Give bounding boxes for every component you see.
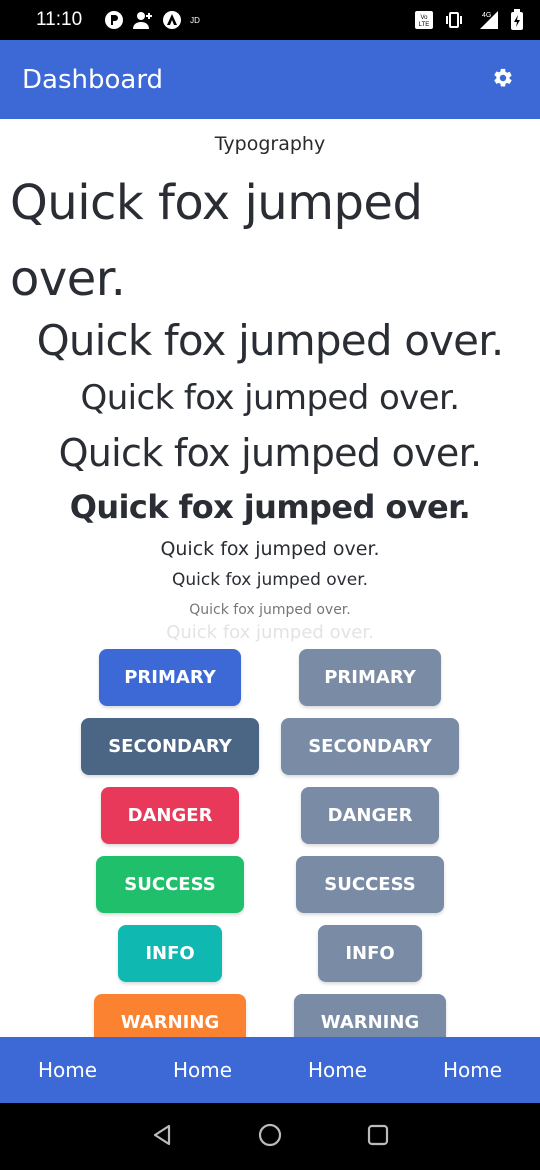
circle-home-icon	[257, 1122, 283, 1152]
danger-muted-button[interactable]: DANGER	[301, 787, 439, 844]
gear-icon	[492, 67, 514, 93]
typography-sample-2: Quick fox jumped over.	[36, 316, 505, 365]
recents-button[interactable]	[363, 1122, 393, 1152]
typography-sample-9: Quick fox jumped over.	[166, 622, 374, 643]
svg-text:LTE: LTE	[419, 22, 430, 28]
settings-button[interactable]	[488, 65, 518, 95]
typography-sample-4: Quick fox jumped over.	[58, 431, 483, 475]
info-button[interactable]: INFO	[118, 925, 222, 982]
home-button[interactable]	[255, 1122, 285, 1152]
vibrate-icon	[444, 10, 464, 30]
app-notification-icon	[104, 10, 124, 30]
nav-item-home-3[interactable]: Home	[270, 1058, 405, 1082]
battery-icon	[510, 9, 524, 31]
bottom-navigation: Home Home Home Home	[0, 1037, 540, 1103]
add-person-icon	[132, 10, 154, 30]
nav-item-home-4[interactable]: Home	[405, 1058, 540, 1082]
status-left: 11:10 JD	[36, 9, 200, 31]
typography-sample-6: Quick fox jumped over.	[160, 538, 380, 560]
system-navigation-bar	[0, 1103, 540, 1170]
volte-icon: Vo LTE	[414, 10, 434, 30]
typography-sample-5: Quick fox jumped over.	[69, 488, 471, 526]
status-bar: 11:10 JD Vo LTE 4G	[0, 0, 540, 40]
success-button[interactable]: SUCCESS	[96, 856, 244, 913]
signal-icon: 4G	[474, 10, 500, 30]
success-muted-button[interactable]: SUCCESS	[296, 856, 444, 913]
primary-muted-button[interactable]: PRIMARY	[299, 649, 441, 706]
nav-item-home-1[interactable]: Home	[0, 1058, 135, 1082]
square-recents-icon	[367, 1124, 389, 1150]
typography-sample-1: Quick fox jumped over.	[10, 175, 423, 307]
app-bar: Dashboard	[0, 40, 540, 119]
typography-sample-7: Quick fox jumped over.	[171, 570, 369, 590]
typography-sample-3: Quick fox jumped over.	[80, 378, 461, 418]
status-small-label: JD	[190, 15, 200, 25]
primary-button[interactable]: PRIMARY	[99, 649, 241, 706]
danger-button[interactable]: DANGER	[101, 787, 239, 844]
triangle-back-icon	[150, 1123, 174, 1151]
nav-item-home-2[interactable]: Home	[135, 1058, 270, 1082]
back-button[interactable]	[147, 1122, 177, 1152]
secondary-button[interactable]: SECONDARY	[81, 718, 259, 775]
info-muted-button[interactable]: INFO	[318, 925, 422, 982]
status-time: 11:10	[36, 9, 83, 30]
app-title: Dashboard	[22, 64, 164, 95]
status-right: Vo LTE 4G	[414, 9, 524, 31]
typography-title: Typography	[214, 133, 326, 155]
svg-text:Vo: Vo	[420, 15, 428, 21]
warning-muted-button[interactable]: WARNING	[294, 994, 446, 1037]
typography-sample-8: Quick fox jumped over.	[189, 602, 351, 618]
main-content[interactable]: Typography Quick fox jumped over. Quick …	[0, 119, 540, 1037]
arch-logo-icon	[162, 10, 182, 30]
secondary-muted-button[interactable]: SECONDARY	[281, 718, 459, 775]
svg-text:4G: 4G	[482, 12, 491, 19]
warning-button[interactable]: WARNING	[94, 994, 246, 1037]
